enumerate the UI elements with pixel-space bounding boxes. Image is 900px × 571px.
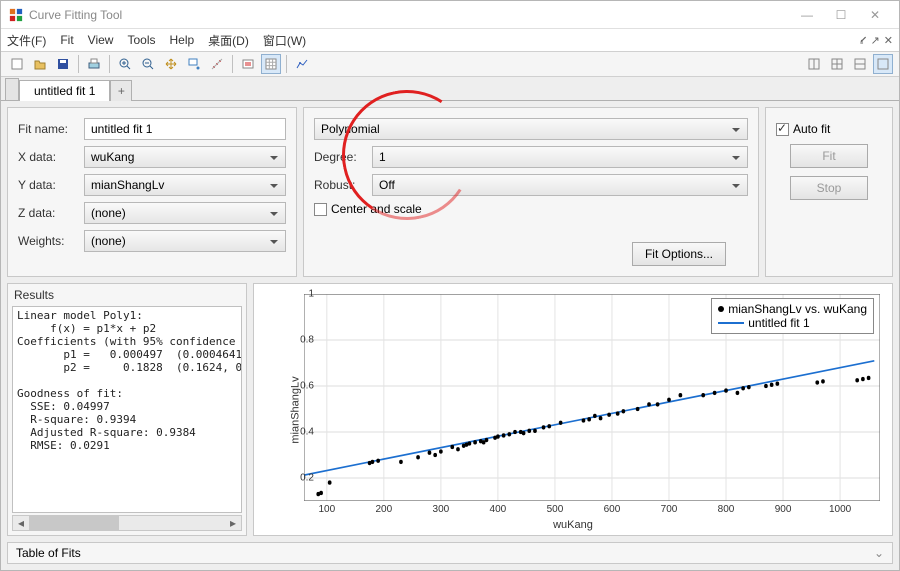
center-scale-label: Center and scale: [331, 202, 422, 216]
xdata-label: X data:: [18, 150, 84, 164]
fit-type-select[interactable]: Polynomial: [314, 118, 748, 140]
legend-line-icon: [718, 322, 744, 324]
exclude-icon[interactable]: [207, 54, 227, 74]
menu-file[interactable]: 文件(F): [7, 32, 46, 49]
zoom-out-icon[interactable]: [138, 54, 158, 74]
layout-1-icon[interactable]: [804, 54, 824, 74]
menu-desktop[interactable]: 桌面(D): [208, 32, 249, 49]
robust-label: Robust:: [314, 178, 372, 192]
plot-xlabel: wuKang: [553, 519, 593, 531]
fit-button[interactable]: Fit: [790, 144, 868, 168]
xtick: 600: [604, 504, 621, 515]
zdata-select[interactable]: (none): [84, 202, 286, 224]
xdata-select[interactable]: wuKang: [84, 146, 286, 168]
open-icon[interactable]: [30, 54, 50, 74]
fit-tab[interactable]: untitled fit 1: [19, 80, 110, 101]
menu-fit[interactable]: Fit: [60, 33, 73, 47]
ydata-select[interactable]: mianShangLv: [84, 174, 286, 196]
fit-options-button[interactable]: Fit Options...: [632, 242, 726, 266]
layout-3-icon[interactable]: [850, 54, 870, 74]
ytick: 0.6: [290, 381, 314, 392]
menu-help[interactable]: Help: [169, 33, 194, 47]
weights-select[interactable]: (none): [84, 230, 286, 252]
new-fit-icon[interactable]: [7, 54, 27, 74]
dock-icon[interactable]: ⭹: [860, 31, 867, 50]
legend-marker-icon: [718, 306, 724, 312]
tab-scroll[interactable]: [5, 78, 19, 100]
xtick: 100: [318, 504, 335, 515]
xtick: 800: [718, 504, 735, 515]
residual-icon[interactable]: [292, 54, 312, 74]
xtick: 400: [490, 504, 507, 515]
scroll-thumb[interactable]: [29, 516, 119, 530]
results-title: Results: [8, 284, 246, 306]
stop-button[interactable]: Stop: [790, 176, 868, 200]
datacursor-icon[interactable]: [184, 54, 204, 74]
xtick: 300: [433, 504, 450, 515]
plot-panel[interactable]: mianShangLv wuKang mianShangLv vs. wuKan…: [253, 283, 893, 536]
grid-icon[interactable]: [261, 54, 281, 74]
menu-window[interactable]: 窗口(W): [263, 32, 306, 49]
ytick: 1: [290, 289, 314, 300]
save-icon[interactable]: [53, 54, 73, 74]
zdata-label: Z data:: [18, 206, 84, 220]
titlebar: Curve Fitting Tool — ☐ ✕: [1, 1, 899, 29]
undock-icon[interactable]: ↗: [871, 34, 880, 47]
ydata-label: Y data:: [18, 178, 84, 192]
autofit-checkbox[interactable]: [776, 123, 789, 136]
scroll-left-icon[interactable]: ◂: [13, 516, 29, 530]
minimize-button[interactable]: —: [791, 4, 823, 26]
app-icon: [9, 8, 23, 22]
expand-icon[interactable]: ⌄: [874, 546, 884, 560]
xtick: 1000: [829, 504, 851, 515]
ytick: 0.4: [290, 427, 314, 438]
table-of-fits[interactable]: Table of Fits ⌄: [7, 542, 893, 564]
add-tab-button[interactable]: +: [110, 80, 132, 101]
results-hscroll[interactable]: ◂ ▸: [12, 515, 242, 531]
legend-fit-label: untitled fit 1: [748, 316, 809, 330]
ytick: 0.8: [290, 335, 314, 346]
weights-label: Weights:: [18, 234, 84, 248]
print-icon[interactable]: [84, 54, 104, 74]
robust-select[interactable]: Off: [372, 174, 748, 196]
layout-4-icon[interactable]: [873, 54, 893, 74]
window-title: Curve Fitting Tool: [29, 8, 791, 22]
legend-data-label: mianShangLv vs. wuKang: [728, 302, 867, 316]
scroll-right-icon[interactable]: ▸: [225, 516, 241, 530]
autofit-label: Auto fit: [793, 122, 830, 136]
menu-tools[interactable]: Tools: [127, 33, 155, 47]
menubar: 文件(F) Fit View Tools Help 桌面(D) 窗口(W) ⭹ …: [1, 29, 899, 51]
action-panel: Auto fit Fit Stop: [765, 107, 893, 277]
ytick: 0.2: [290, 473, 314, 484]
menu-view[interactable]: View: [88, 33, 114, 47]
toolbar: [1, 51, 899, 77]
pan-icon[interactable]: [161, 54, 181, 74]
xtick: 500: [547, 504, 564, 515]
legend-icon[interactable]: [238, 54, 258, 74]
degree-label: Degree:: [314, 150, 372, 164]
xtick: 900: [775, 504, 792, 515]
fittype-panel: Polynomial Degree: 1 Robust: Off Center …: [303, 107, 759, 277]
degree-select[interactable]: 1: [372, 146, 748, 168]
results-text[interactable]: Linear model Poly1: f(x) = p1*x + p2 Coe…: [12, 306, 242, 513]
xtick: 700: [661, 504, 678, 515]
zoom-in-icon[interactable]: [115, 54, 135, 74]
results-panel: Results Linear model Poly1: f(x) = p1*x …: [7, 283, 247, 536]
fitname-input[interactable]: [84, 118, 286, 140]
plot-legend[interactable]: mianShangLv vs. wuKang untitled fit 1: [711, 298, 874, 334]
center-scale-checkbox[interactable]: [314, 203, 327, 216]
table-of-fits-label: Table of Fits: [16, 546, 81, 560]
close-button[interactable]: ✕: [859, 4, 891, 26]
layout-2-icon[interactable]: [827, 54, 847, 74]
fit-tabbar: untitled fit 1 +: [1, 77, 899, 101]
fitname-label: Fit name:: [18, 122, 84, 136]
xtick: 200: [375, 504, 392, 515]
data-panel: Fit name: X data: wuKang Y data: mianSha…: [7, 107, 297, 277]
close-panel-icon[interactable]: ✕: [884, 34, 893, 47]
maximize-button[interactable]: ☐: [825, 4, 857, 26]
